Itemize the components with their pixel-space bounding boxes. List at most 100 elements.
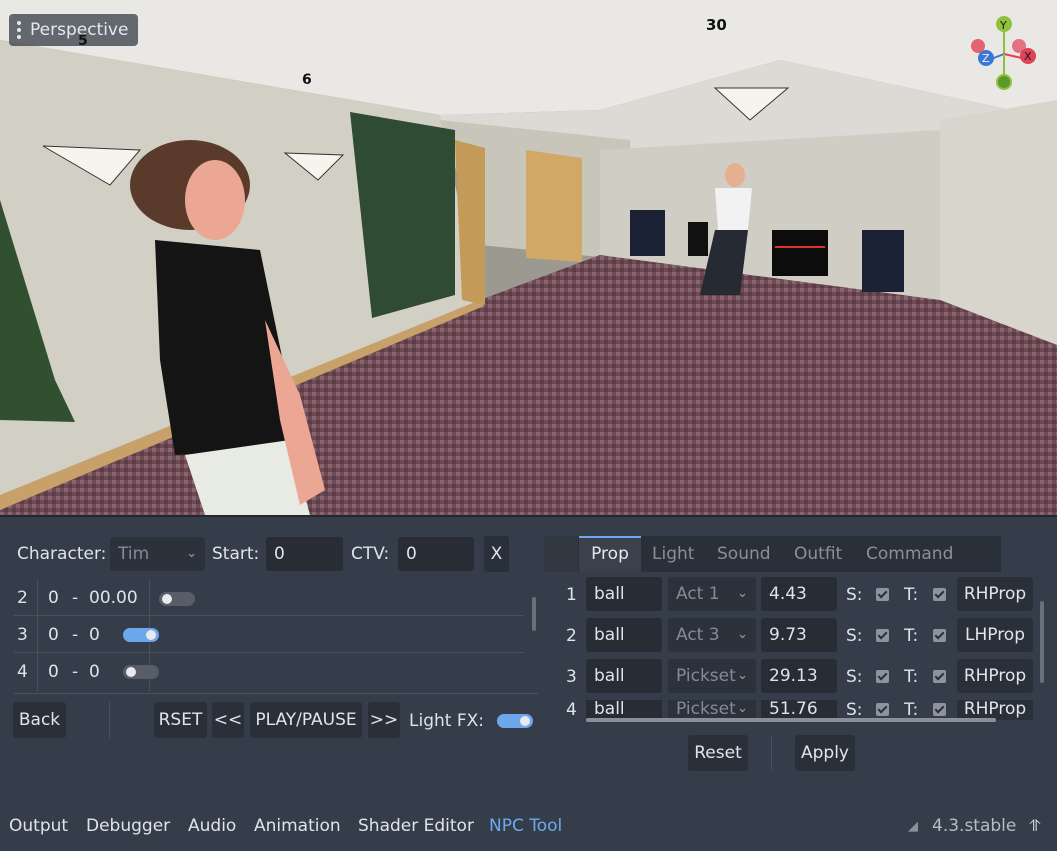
tab-sound[interactable]: Sound	[717, 536, 771, 572]
ctv-label: CTV:	[351, 544, 390, 564]
light-fx-label: Light FX:	[409, 711, 484, 731]
s-checkbox[interactable]	[876, 588, 889, 601]
tab-audio[interactable]: Audio	[188, 816, 236, 836]
light-fx-toggle[interactable]	[497, 714, 533, 728]
start-label: Start:	[212, 544, 260, 564]
bottom-panel-tabs: Output Debugger Audio Animation Shader E…	[0, 807, 1057, 851]
gizmo-z-label: Z	[982, 52, 990, 65]
props-vertical-scrollbar[interactable]	[1040, 601, 1044, 683]
row-value-b: 0	[89, 625, 100, 645]
prop-name-input[interactable]: ball	[586, 577, 662, 611]
gizmo-y-label: Y	[999, 19, 1007, 32]
pin-panel-icon[interactable]: ⥣	[1029, 816, 1041, 836]
row-value-a: 0	[48, 588, 59, 608]
t-label: T:	[904, 585, 919, 605]
prop-action-select[interactable]: Act 1 ⌄	[668, 577, 756, 611]
s-checkbox[interactable]	[876, 670, 889, 683]
s-label: S:	[846, 585, 863, 605]
row-index-4: 4	[17, 662, 28, 682]
t-label: T:	[904, 700, 919, 720]
props-apply-button[interactable]: Apply	[795, 735, 855, 771]
chevron-down-icon: ⌄	[737, 627, 748, 642]
props-reset-button[interactable]: Reset	[688, 735, 748, 771]
row-value-b: 00.00	[89, 588, 138, 608]
s-checkbox[interactable]	[876, 629, 889, 642]
tab-blank[interactable]	[544, 536, 578, 572]
perspective-menu-button[interactable]: Perspective	[9, 14, 139, 46]
props-horizontal-scrollbar[interactable]	[586, 718, 996, 722]
3d-viewport[interactable]: Perspective 5 6 30 Y X Z	[0, 0, 1057, 517]
s-label: S:	[846, 700, 863, 720]
row-dash: -	[72, 662, 79, 682]
prop-time-input[interactable]: 9.73	[761, 618, 837, 652]
prop-action-select[interactable]: Pickset ⌄	[668, 700, 756, 720]
tab-animation[interactable]: Animation	[254, 816, 341, 836]
kebab-menu-icon	[17, 21, 21, 39]
view-gizmo[interactable]: Y X Z	[966, 14, 1046, 94]
t-checkbox[interactable]	[933, 670, 946, 683]
prop-time-input[interactable]: 4.43	[761, 577, 837, 611]
row-toggle[interactable]	[123, 628, 159, 642]
prop-slot-button[interactable]: RHProp	[957, 659, 1033, 693]
tab-npc-tool[interactable]: NPC Tool	[489, 816, 562, 836]
tab-command[interactable]: Command	[866, 536, 953, 572]
chevron-down-icon: ⌄	[737, 701, 748, 716]
chevron-down-icon: ⌄	[737, 668, 748, 683]
row-index-2: 2	[17, 588, 28, 608]
scene-render	[0, 0, 1057, 515]
t-checkbox[interactable]	[933, 629, 946, 642]
prop-slot-button[interactable]: RHProp	[957, 577, 1033, 611]
tab-debugger[interactable]: Debugger	[86, 816, 170, 836]
row-dash: -	[72, 625, 79, 645]
tab-shader-editor[interactable]: Shader Editor	[358, 816, 474, 836]
t-label: T:	[904, 667, 919, 687]
t-checkbox[interactable]	[933, 588, 946, 601]
next-button[interactable]: >>	[368, 702, 400, 738]
t-label: T:	[904, 626, 919, 646]
t-checkbox[interactable]	[933, 703, 946, 716]
engine-icon: ◢	[908, 819, 918, 834]
props-list: 1 ball Act 1 ⌄ 4.43 S: T: RHProp 2 ball A…	[556, 574, 1036, 724]
character-label: Character:	[17, 544, 107, 564]
prop-action-select[interactable]: Pickset ⌄	[668, 659, 756, 693]
chevron-down-icon: ⌄	[186, 546, 197, 561]
npc-tool-panel: Character: Tim ⌄ Start: 0 CTV: 0 X 2 0 -…	[0, 517, 1057, 807]
prop-slot-button[interactable]: RHProp	[957, 700, 1033, 720]
gizmo-x-label: X	[1024, 50, 1032, 63]
row-value-b: 0	[89, 662, 100, 682]
clear-button[interactable]: X	[484, 536, 509, 572]
s-label: S:	[846, 667, 863, 687]
tab-outfit[interactable]: Outfit	[794, 536, 842, 572]
prop-slot-button[interactable]: LHProp	[957, 618, 1033, 652]
tab-light[interactable]: Light	[652, 536, 694, 572]
row-value-a: 0	[48, 662, 59, 682]
prop-name-input[interactable]: ball	[586, 700, 662, 720]
character-select[interactable]: Tim ⌄	[110, 537, 205, 571]
scene-label-5: 5	[78, 33, 88, 49]
reset-playback-button[interactable]: RSET	[154, 702, 207, 738]
s-label: S:	[846, 626, 863, 646]
chevron-down-icon: ⌄	[737, 586, 748, 601]
props-tab-bar: Prop Light Sound Outfit Command	[544, 536, 1001, 572]
prop-name-input[interactable]: ball	[586, 618, 662, 652]
row-toggle[interactable]	[159, 592, 195, 606]
tab-output[interactable]: Output	[9, 816, 68, 836]
prop-row-index: 3	[566, 667, 577, 687]
row-toggle[interactable]	[123, 665, 159, 679]
scene-label-6: 6	[302, 72, 312, 88]
previous-button[interactable]: <<	[212, 702, 244, 738]
tab-prop[interactable]: Prop	[579, 536, 641, 572]
prop-row-index: 4	[566, 700, 577, 720]
rows-scrollbar[interactable]	[532, 597, 536, 631]
prop-name-input[interactable]: ball	[586, 659, 662, 693]
s-checkbox[interactable]	[876, 703, 889, 716]
start-input[interactable]: 0	[266, 537, 343, 571]
fps-counter: 30	[706, 16, 727, 34]
ctv-input[interactable]: 0	[398, 537, 474, 571]
prop-action-select[interactable]: Act 3 ⌄	[668, 618, 756, 652]
play-pause-button[interactable]: PLAY/PAUSE	[250, 702, 362, 738]
prop-row-index: 1	[566, 585, 577, 605]
back-button[interactable]: Back	[13, 702, 66, 738]
prop-time-input[interactable]: 29.13	[761, 659, 837, 693]
prop-time-input[interactable]: 51.76	[761, 700, 837, 720]
